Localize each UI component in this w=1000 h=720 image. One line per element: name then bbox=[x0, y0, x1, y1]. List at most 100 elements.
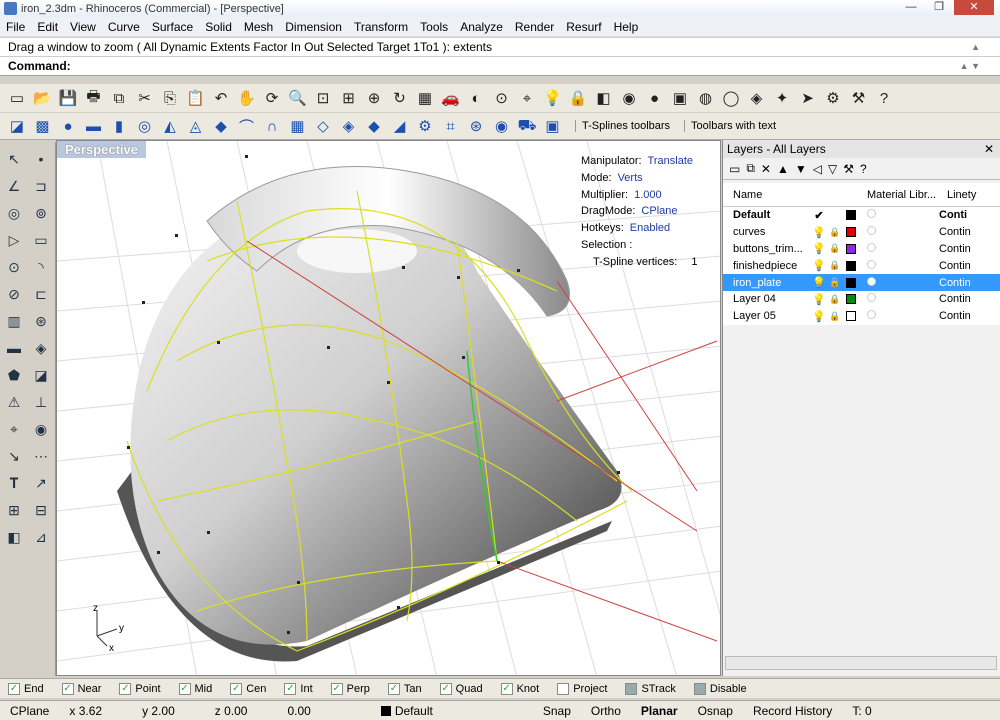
status-cplane[interactable]: CPlane bbox=[0, 704, 59, 718]
ellipse-icon[interactable]: ⊚ bbox=[30, 202, 52, 224]
polygon-icon[interactable]: ▷ bbox=[3, 229, 25, 251]
mesh-icon[interactable]: ◪ bbox=[30, 364, 52, 386]
filter-icon[interactable]: ▽ bbox=[828, 162, 837, 176]
tsplines-rail-icon[interactable]: ◬ bbox=[185, 115, 207, 137]
lock-icon[interactable]: 🔒 bbox=[827, 311, 843, 322]
zoom-window-icon[interactable]: ⊡ bbox=[312, 87, 334, 109]
osnap-cen[interactable]: ✓ Cen bbox=[230, 682, 266, 695]
layer-row[interactable]: iron_plate 💡 🔒 Contin bbox=[723, 274, 1000, 291]
layer-linetype[interactable]: Contin bbox=[939, 226, 979, 238]
layer-material[interactable] bbox=[859, 226, 939, 238]
osnap-disable[interactable]: Disable bbox=[693, 682, 747, 695]
tsplines-sphere-icon[interactable]: ● bbox=[57, 115, 79, 137]
menu-file[interactable]: File bbox=[0, 20, 31, 34]
lock-icon[interactable]: 🔒 bbox=[827, 227, 843, 238]
osnap-checkbox[interactable]: ✓ bbox=[284, 682, 297, 695]
column-material[interactable]: Material Libr... bbox=[867, 189, 947, 201]
sphere-icon[interactable]: ● bbox=[644, 87, 666, 109]
open-folder-icon[interactable]: 📂 bbox=[32, 87, 54, 109]
close-button[interactable]: ✕ bbox=[954, 0, 994, 15]
surface-icon[interactable]: ▥ bbox=[3, 310, 25, 332]
offset-icon[interactable]: ⊘ bbox=[3, 283, 25, 305]
move-out-icon[interactable]: ◁ bbox=[813, 162, 822, 176]
visibility-bulb-icon[interactable]: 💡 bbox=[811, 276, 827, 289]
ungroup-icon[interactable]: ⊟ bbox=[30, 499, 52, 521]
cut-icon[interactable]: ✂ bbox=[134, 87, 156, 109]
osnap-checkbox[interactable]: ✓ bbox=[178, 682, 191, 695]
globe-icon[interactable]: ◯ bbox=[720, 87, 742, 109]
tsplines-grid-icon[interactable]: ▦ bbox=[287, 115, 309, 137]
menu-render[interactable]: Render bbox=[509, 20, 560, 34]
boolean-icon[interactable]: ◉ bbox=[30, 418, 52, 440]
layer-row[interactable]: buttons_trim... 💡 🔒 Contin bbox=[723, 240, 1000, 258]
layer-linetype[interactable]: Contin bbox=[939, 293, 979, 305]
tsplines-web-icon[interactable]: ⊛ bbox=[465, 115, 487, 137]
tsplines-cart-icon[interactable]: ⛟ bbox=[516, 115, 538, 137]
osnap-checkbox[interactable]: ✓ bbox=[119, 682, 132, 695]
layer-color-swatch[interactable] bbox=[846, 277, 856, 288]
pan-icon[interactable]: ✋ bbox=[236, 87, 258, 109]
tsplines-append-icon[interactable]: ◇ bbox=[312, 115, 334, 137]
layers-horizontal-scrollbar[interactable] bbox=[725, 656, 997, 670]
tsplines-extrude-icon[interactable]: ◭ bbox=[159, 115, 181, 137]
layer-name[interactable]: curves bbox=[723, 226, 811, 238]
new-file-icon[interactable]: ▭ bbox=[6, 87, 28, 109]
layer-name[interactable]: finishedpiece bbox=[723, 260, 811, 272]
command-line[interactable]: Command: ▲ ▼ bbox=[0, 57, 1000, 76]
minimize-button[interactable]: — bbox=[898, 0, 924, 15]
visibility-bulb-icon[interactable]: 💡 bbox=[811, 259, 827, 272]
new-layer-icon[interactable]: ▭ bbox=[729, 162, 740, 176]
tsplines-surface-icon[interactable]: ◆ bbox=[363, 115, 385, 137]
menu-surface[interactable]: Surface bbox=[146, 20, 199, 34]
box-icon[interactable]: ◈ bbox=[30, 337, 52, 359]
polyline-icon[interactable]: ∠ bbox=[3, 175, 25, 197]
curve-icon[interactable]: ⊐ bbox=[30, 175, 52, 197]
tsplines-loft-icon[interactable]: ∩ bbox=[261, 115, 283, 137]
column-name[interactable]: Name bbox=[723, 189, 811, 201]
tsplines-cube-icon[interactable]: ▩ bbox=[32, 115, 54, 137]
point-icon[interactable]: • bbox=[30, 148, 52, 170]
tsplines-cylinder-icon[interactable]: ▮ bbox=[108, 115, 130, 137]
help-icon[interactable]: ? bbox=[873, 87, 895, 109]
layer-color[interactable] bbox=[843, 294, 859, 305]
solid-edit-icon[interactable]: ⬟ bbox=[3, 364, 25, 386]
layer-row[interactable]: Layer 05 💡 🔒 Contin bbox=[723, 307, 1000, 325]
record-history-toggle[interactable]: Record History bbox=[743, 704, 842, 718]
osnap-checkbox[interactable]: ✓ bbox=[8, 682, 20, 695]
select-icon[interactable]: ↖ bbox=[3, 148, 25, 170]
zoom-selected-icon[interactable]: ⊕ bbox=[363, 87, 385, 109]
menu-transform[interactable]: Transform bbox=[348, 20, 414, 34]
layer-icon[interactable]: ◧ bbox=[593, 87, 615, 109]
menu-analyze[interactable]: Analyze bbox=[454, 20, 509, 34]
snap-icon[interactable]: ⌖ bbox=[516, 87, 538, 109]
osnap-checkbox[interactable]: ✓ bbox=[61, 682, 74, 695]
menu-curve[interactable]: Curve bbox=[102, 20, 146, 34]
warning-icon[interactable]: ⚠ bbox=[3, 391, 25, 413]
tsplines-torus-icon[interactable]: ◎ bbox=[134, 115, 156, 137]
four-views-icon[interactable]: ▦ bbox=[414, 87, 436, 109]
layer-row[interactable]: Layer 04 💡 🔒 Contin bbox=[723, 290, 1000, 308]
save-icon[interactable]: 💾 bbox=[57, 87, 79, 109]
lock-icon[interactable]: 🔒 bbox=[827, 243, 843, 254]
tsplines-box2-icon[interactable]: ▣ bbox=[542, 115, 564, 137]
extrude-icon[interactable]: ▬ bbox=[3, 337, 25, 359]
layer-color[interactable] bbox=[843, 277, 859, 288]
layer-linetype[interactable]: Contin bbox=[939, 260, 979, 272]
layer-linetype[interactable]: Conti bbox=[939, 209, 979, 221]
layer-color-swatch[interactable] bbox=[846, 210, 856, 221]
snap-toggle[interactable]: Snap bbox=[443, 704, 581, 718]
pointer-icon[interactable]: ➤ bbox=[797, 87, 819, 109]
tsplines-ball-icon[interactable]: ◉ bbox=[491, 115, 513, 137]
layers-close-icon[interactable]: ✕ bbox=[984, 142, 994, 156]
tsplines-subd-icon[interactable]: ◆ bbox=[210, 115, 232, 137]
new-sublayer-icon[interactable]: ⧉ bbox=[746, 161, 755, 176]
tsplines-smooth-icon[interactable]: ◢ bbox=[389, 115, 411, 137]
menu-view[interactable]: View bbox=[64, 20, 102, 34]
menu-resurf[interactable]: Resurf bbox=[560, 20, 607, 34]
visibility-bulb-icon[interactable]: 💡 bbox=[811, 293, 827, 306]
fillet-icon[interactable]: ◝ bbox=[30, 256, 52, 278]
menu-help[interactable]: Help bbox=[608, 20, 645, 34]
redraw-icon[interactable]: ↻ bbox=[389, 87, 411, 109]
tsplines-weld-icon[interactable]: ◈ bbox=[338, 115, 360, 137]
osnap-checkbox[interactable] bbox=[693, 682, 706, 695]
